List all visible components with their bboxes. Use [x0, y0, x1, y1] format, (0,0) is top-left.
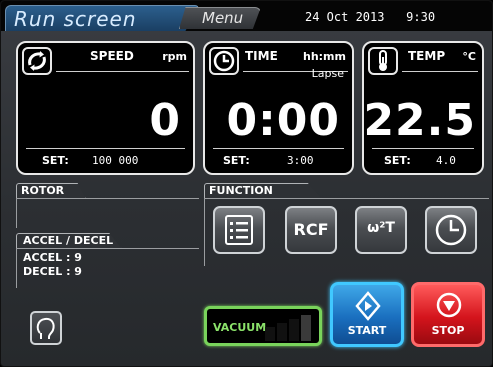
start-icon	[355, 291, 381, 321]
header-bar: Run screen Menu 24 Oct 2013 9:30	[1, 1, 492, 31]
temp-value: 22.5	[363, 95, 476, 146]
speed-title: SPEED	[90, 49, 134, 63]
speed-title-line	[56, 71, 189, 72]
rotor-box[interactable]	[16, 198, 199, 228]
tab-run-screen-label: Run screen	[14, 7, 137, 31]
thermometer-icon	[368, 47, 398, 75]
function-list-button[interactable]	[213, 206, 265, 254]
spin-icon	[22, 47, 52, 75]
rcf-label: RCF	[293, 220, 329, 239]
speed-set-label: SET:	[42, 154, 69, 167]
speed-value: 0	[149, 95, 181, 146]
w2t-label: ω²T	[367, 220, 395, 236]
tab-menu-label: Menu	[202, 9, 244, 27]
time-unit: hh:mm	[303, 50, 346, 63]
vacuum-level-bars	[265, 315, 311, 341]
user-button[interactable]	[30, 311, 62, 345]
time-mode: Lapse	[311, 67, 344, 80]
date-text: 24 Oct 2013	[305, 10, 385, 24]
temp-separator	[372, 148, 474, 149]
vacuum-label: VACUUM	[213, 321, 267, 334]
vacuum-indicator[interactable]: VACUUM	[204, 306, 322, 346]
user-icon	[36, 317, 55, 339]
tab-run-screen[interactable]: Run screen	[5, 5, 199, 31]
stop-label: STOP	[431, 324, 465, 337]
function-w2t-button[interactable]: ω²T	[355, 206, 407, 254]
time-separator	[213, 148, 344, 149]
time-text: 9:30	[406, 10, 436, 24]
speed-set-value: 100 000	[92, 154, 139, 167]
accel-decel-label: ACCEL / DECEL	[23, 234, 114, 247]
time-set-value: 3:00	[287, 154, 314, 167]
temp-unit: °C	[462, 50, 476, 63]
stop-icon	[436, 292, 462, 318]
start-button[interactable]: START	[330, 282, 404, 347]
stop-button[interactable]: STOP	[411, 282, 485, 347]
temp-set-label: SET:	[384, 154, 411, 167]
function-timer-button[interactable]	[425, 206, 477, 254]
function-rcf-button[interactable]: RCF	[285, 206, 337, 254]
decel-value: DECEL : 9	[23, 265, 82, 278]
list-icon	[225, 215, 253, 245]
temp-title: TEMP	[408, 49, 446, 63]
time-set-label: SET:	[223, 154, 250, 167]
clock-icon	[209, 47, 239, 75]
speed-separator	[26, 148, 185, 149]
speed-panel[interactable]: SPEED rpm 0 SET: 100 000	[16, 41, 195, 175]
function-label: FUNCTION	[209, 184, 273, 197]
centrifuge-run-screen: Run screen Menu 24 Oct 2013 9:30 SPEED r…	[0, 0, 493, 367]
temp-set-value: 4.0	[436, 154, 456, 167]
time-title: TIME	[245, 49, 278, 63]
tab-menu[interactable]: Menu	[179, 7, 261, 29]
time-value: 0:00	[226, 95, 340, 146]
temp-title-line	[402, 71, 478, 72]
accel-value: ACCEL : 9	[23, 251, 82, 264]
clock-icon	[435, 214, 467, 246]
rotor-label: ROTOR	[21, 184, 65, 197]
datetime: 24 Oct 2013 9:30	[305, 10, 435, 24]
time-panel[interactable]: TIME hh:mm Lapse 0:00 SET: 3:00	[203, 41, 354, 175]
temp-panel[interactable]: TEMP °C 22.5 SET: 4.0	[362, 41, 484, 175]
start-label: START	[347, 324, 387, 337]
speed-unit: rpm	[162, 50, 187, 63]
